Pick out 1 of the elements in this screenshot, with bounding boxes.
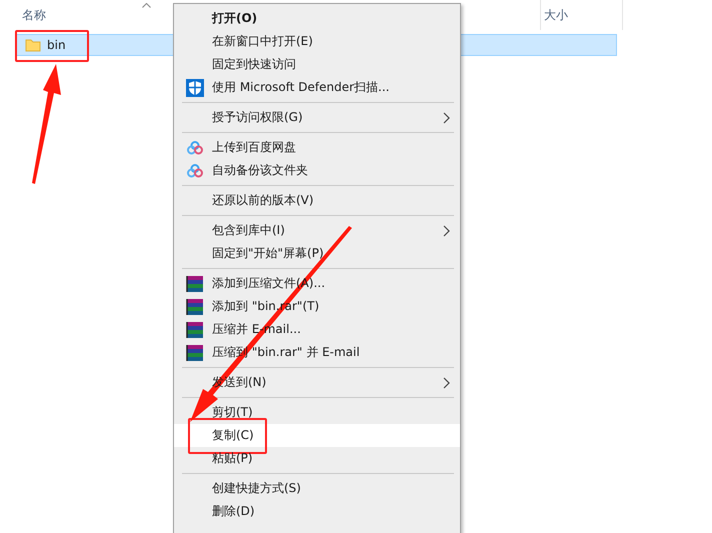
file-name: bin	[47, 38, 66, 52]
